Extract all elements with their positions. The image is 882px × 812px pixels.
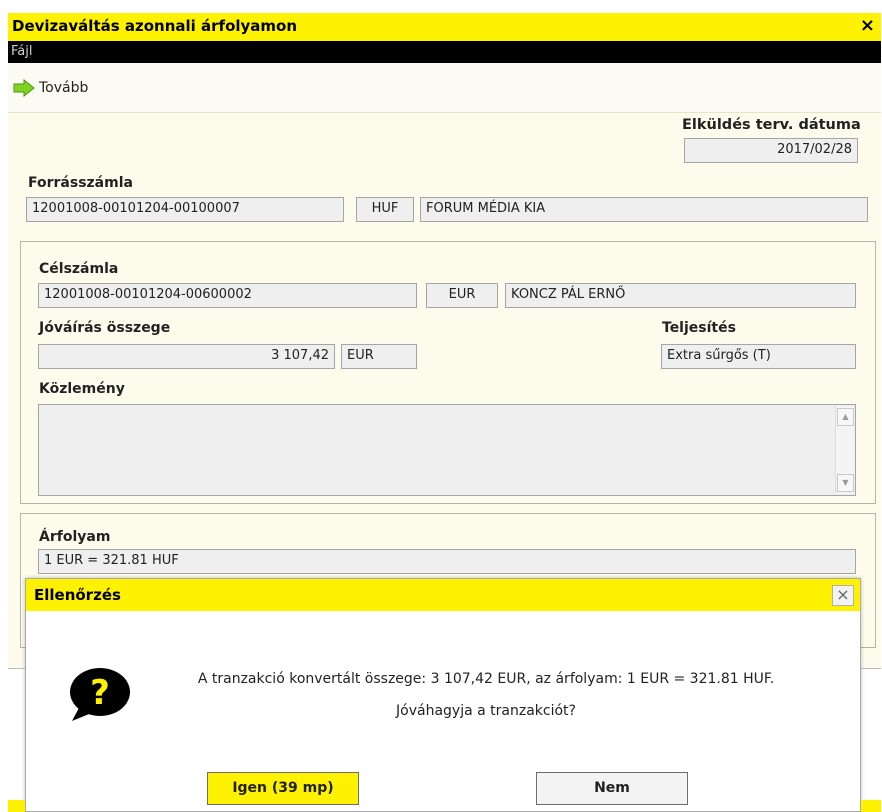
svg-text:?: ? (90, 673, 110, 713)
arrow-right-icon (13, 79, 35, 97)
send-date-field[interactable]: 2017/02/28 (684, 138, 858, 163)
source-account-label: Forrásszámla (28, 175, 133, 191)
window-close-button[interactable]: × (860, 15, 875, 36)
toolbar: Tovább (8, 63, 881, 113)
dialog-close-button[interactable]: × (832, 585, 854, 606)
comment-scrollbar[interactable]: ▲ ▼ (835, 406, 854, 494)
dialog-message-line1: A tranzakció konvertált összege: 3 107,4… (197, 671, 775, 687)
dialog-title-bar: Ellenőrzés × (26, 579, 860, 611)
no-button[interactable]: Nem (536, 772, 688, 805)
comment-textarea[interactable]: ▲ ▼ (38, 404, 856, 496)
menu-file[interactable]: Fájl (11, 44, 32, 59)
next-button[interactable]: Tovább (13, 79, 88, 97)
window-title: Devizaváltás azonnali árfolyamon (12, 17, 298, 35)
credit-amount-label: Jóváírás összege (39, 320, 171, 336)
rate-field[interactable]: 1 EUR = 321.81 HUF (38, 549, 856, 574)
question-bubble-icon: ? (70, 668, 130, 721)
target-name-field[interactable]: KONCZ PÁL ERNŐ (505, 283, 856, 308)
next-button-label: Tovább (39, 80, 89, 96)
confirm-dialog: Ellenőrzés × ? A tranzakció konvertált ö… (25, 578, 861, 812)
source-account-field[interactable]: 12001008-00101204-00100007 (26, 197, 344, 222)
window-edge-accent (8, 800, 25, 812)
credit-currency-field[interactable]: EUR (341, 344, 417, 369)
window-edge-accent (861, 800, 881, 812)
window-title-bar: Devizaváltás azonnali árfolyamon × (8, 13, 881, 41)
yes-button[interactable]: Igen (39 mp) (207, 772, 359, 805)
window-edge (861, 668, 881, 669)
source-name-field[interactable]: FORUM MÉDIA KIA (420, 197, 868, 222)
menu-bar: Fájl (8, 41, 881, 63)
source-currency-field[interactable]: HUF (356, 197, 414, 222)
send-date-label: Elküldés terv. dátuma (682, 117, 861, 133)
scroll-up-icon[interactable]: ▲ (837, 408, 854, 426)
scroll-down-icon[interactable]: ▼ (837, 474, 854, 492)
rate-label: Árfolyam (39, 529, 111, 545)
dialog-message-line2: Jóváhagyja a tranzakciót? (396, 703, 576, 719)
comment-label: Közlemény (39, 381, 125, 397)
target-account-label: Célszámla (39, 261, 119, 277)
dialog-title: Ellenőrzés (34, 586, 121, 604)
window-edge (8, 668, 25, 669)
execution-field[interactable]: Extra sűrgős (T) (661, 344, 856, 369)
target-account-field[interactable]: 12001008-00101204-00600002 (38, 283, 417, 308)
target-currency-field[interactable]: EUR (426, 283, 498, 308)
credit-amount-field[interactable]: 3 107,42 (38, 344, 335, 369)
target-group: Célszámla 12001008-00101204-00600002 EUR… (20, 241, 876, 504)
execution-label: Teljesítés (662, 320, 736, 336)
